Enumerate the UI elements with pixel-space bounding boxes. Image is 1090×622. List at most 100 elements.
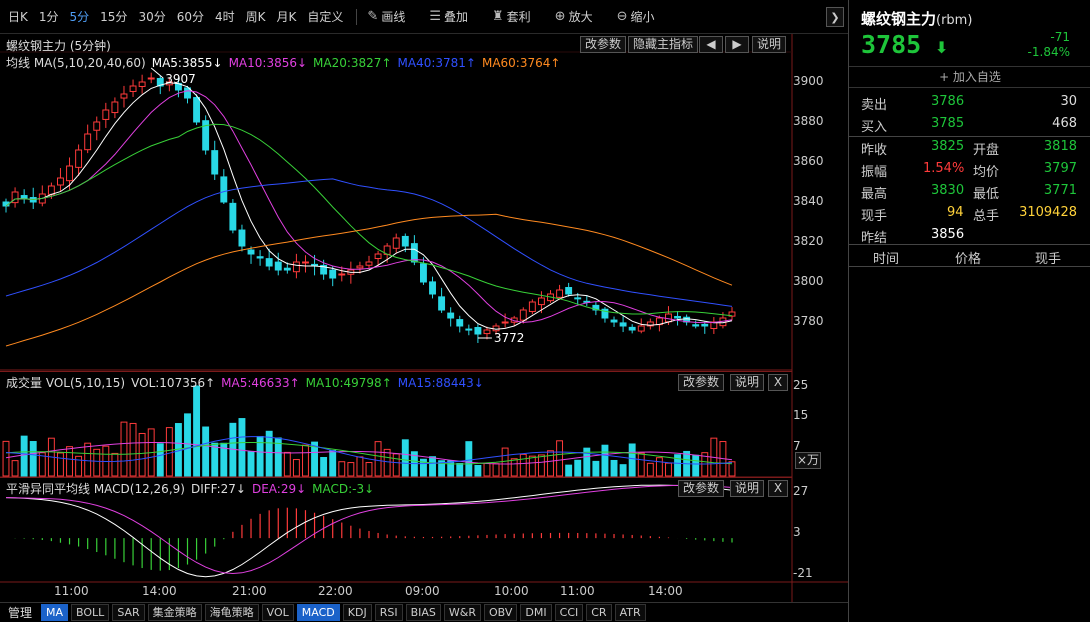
tick-table-header: 时间 价格 现手 [849, 245, 1090, 267]
low-value: 3771 [1043, 183, 1077, 198]
time-tick-label: 21:00 [232, 584, 267, 598]
indicator-tab[interactable]: VOL [261, 604, 294, 621]
open-label: 开盘 [973, 143, 1000, 158]
price-tick-label: 3900 [793, 74, 824, 88]
legend-item: MA5:3855↓ [151, 56, 223, 70]
time-tick-label: 11:00 [54, 584, 89, 598]
prev-close-value: 3825 [931, 139, 965, 154]
legend-item: 平滑异同平均线 MACD(12,26,9) [6, 482, 185, 496]
legend-item: MA5:46633↑ [221, 376, 300, 390]
high-value: 3830 [931, 183, 965, 198]
amplitude-label: 振幅 [861, 165, 888, 180]
app-root: 日K 1分 5分 15分 30分 60分 4时 周K 月K 自定义 ✎ 画线 ☰ 叠加 ♜ 套利 ⊕ 放大 ⊖ 缩小 ❯… [0, 0, 1090, 622]
divider [849, 266, 1090, 267]
cur-vol-label: 现手 [861, 209, 888, 224]
vol-help-button[interactable]: 说明 [730, 374, 765, 391]
stat-row-3: 最高 3830 最低 3771 [849, 180, 1090, 202]
avg-label: 均价 [973, 165, 1000, 180]
macd-legend: 平滑异同平均线 MACD(12,26,9) DIFF:27↓ DEA:29↓ MACD… [6, 480, 380, 497]
legend-item: MACD:-3↓ [312, 482, 375, 496]
time-tick-label: 09:00 [405, 584, 440, 598]
bid-price: 3785 [931, 116, 965, 131]
hide-indicator-button[interactable]: 隐藏主指标 [628, 36, 699, 53]
macd-panel: 平滑异同平均线 MACD(12,26,9) DIFF:27↓ DEA:29↓ MACD… [0, 477, 792, 582]
col-price: 价格 [955, 252, 982, 267]
price-change-pct: -1.84% [1027, 45, 1070, 59]
indicator-tab[interactable]: BOLL [71, 604, 110, 621]
legend-item: DEA:29↓ [251, 482, 307, 496]
add-watchlist-button[interactable]: + 加入自选 [849, 66, 1090, 88]
macd-tick-label: -21 [793, 566, 813, 580]
legend-item: MA20:3827↑ [313, 56, 392, 70]
macd-tick-label: 3 [793, 525, 801, 539]
last-price: 3785 [861, 30, 922, 59]
time-tick-label: 10:00 [494, 584, 529, 598]
macd-tick-label: 27 [793, 484, 809, 498]
indicator-tab[interactable]: 管理 [3, 604, 37, 621]
indicator-tab[interactable]: CCI [554, 604, 584, 621]
legend-item: DIFF:27↓ [190, 482, 246, 496]
indicator-tab[interactable]: CR [586, 604, 612, 621]
price-tick-label: 3840 [793, 194, 824, 208]
legend-item: MA60:3764↑ [481, 56, 561, 70]
ask-label: 卖出 [861, 98, 888, 113]
legend-item: MA10:49798↑ [305, 376, 392, 390]
price-change: -71 [1050, 30, 1070, 44]
vol-params-button[interactable]: 改参数 [678, 374, 725, 391]
macd-params-button[interactable]: 改参数 [678, 480, 725, 497]
ma-legend: 均线 MA(5,10,20,40,60) MA5:3855↓ MA10:3856↓ M… [6, 54, 566, 71]
bid-row: 买入 3785 468 [849, 113, 1090, 135]
indicator-tab[interactable]: MACD [296, 604, 340, 621]
col-vol: 现手 [1035, 252, 1062, 267]
low-label: 最低 [973, 187, 1000, 202]
macd-close-icon[interactable]: X [768, 480, 788, 497]
stat-row-1: 昨收 3825 开盘 3818 [849, 136, 1090, 158]
legend-item: MA15:88443↓ [397, 376, 484, 390]
indicator-tab[interactable]: RSI [374, 604, 403, 621]
panel-title: 螺纹钢主力 (5分钟) [6, 39, 111, 53]
stat-row-4: 现手 94 总手 3109428 [849, 202, 1090, 224]
indicator-tab[interactable]: OBV [484, 604, 518, 621]
avg-value: 3797 [1043, 161, 1077, 176]
time-tick-label: 22:00 [318, 584, 353, 598]
amplitude-value: 1.54% [923, 161, 965, 176]
prev-arrow-icon[interactable]: ◀ [699, 36, 723, 53]
indicator-tab[interactable]: MA [41, 604, 69, 621]
legend-item: 均线 MA(5,10,20,40,60) [6, 56, 146, 70]
indicator-tab[interactable]: SAR [112, 604, 145, 621]
legend-item: VOL:107356↑ [131, 376, 216, 390]
change-params-button[interactable]: 改参数 [580, 36, 627, 53]
volume-tick-label: 7 [793, 439, 801, 453]
price-tick-label: 3880 [793, 114, 824, 128]
indicator-tab[interactable]: KDJ [342, 604, 372, 621]
price-panel: 螺纹钢主力 (5分钟) 均线 MA(5,10,20,40,60) MA5:3855… [0, 34, 792, 370]
macd-help-button[interactable]: 说明 [730, 480, 765, 497]
indicator-tab[interactable]: BIAS [405, 604, 441, 621]
open-value: 3818 [1043, 139, 1077, 154]
volume-panel: 成交量 VOL(5,10,15) VOL:107356↑ MA5:46633↑ MA1… [0, 371, 821, 477]
next-arrow-icon[interactable]: ▶ [725, 36, 749, 53]
indicator-tab[interactable]: W&R [443, 604, 482, 621]
stat-row-2: 振幅 1.54% 均价 3797 [849, 158, 1090, 180]
contract-name: 螺纹钢主力(rbm) [861, 10, 973, 28]
total-vol-label: 总手 [973, 209, 1000, 224]
indicator-tab[interactable]: 海龟策略 [204, 604, 259, 621]
stat-row-5: 昨结 3856 [849, 224, 1090, 246]
bid-label: 买入 [861, 120, 888, 135]
vol-unit-label: ×万 [795, 452, 821, 469]
total-vol-value: 3109428 [1019, 205, 1077, 220]
price-tick-label: 3820 [793, 234, 824, 248]
indicator-tab[interactable]: DMI [520, 604, 552, 621]
cur-vol-value: 94 [947, 205, 964, 220]
high-label: 最高 [861, 187, 888, 202]
volume-tick-label: 15 [793, 408, 809, 422]
settle-value: 3856 [931, 227, 965, 242]
indicator-tab[interactable]: ATR [614, 604, 646, 621]
volume-tick-label: 25 [793, 378, 809, 392]
indicator-tabs: 管理 MA BOLL SAR 集金策略 海龟策略 VOL MACD KDJ RSI BIAS W&R O… [0, 602, 848, 622]
time-tick-label: 14:00 [648, 584, 683, 598]
indicator-tab[interactable]: 集金策略 [147, 604, 202, 621]
price-tick-label: 3800 [793, 274, 824, 288]
help-button[interactable]: 说明 [752, 36, 787, 53]
vol-close-icon[interactable]: X [768, 374, 788, 391]
